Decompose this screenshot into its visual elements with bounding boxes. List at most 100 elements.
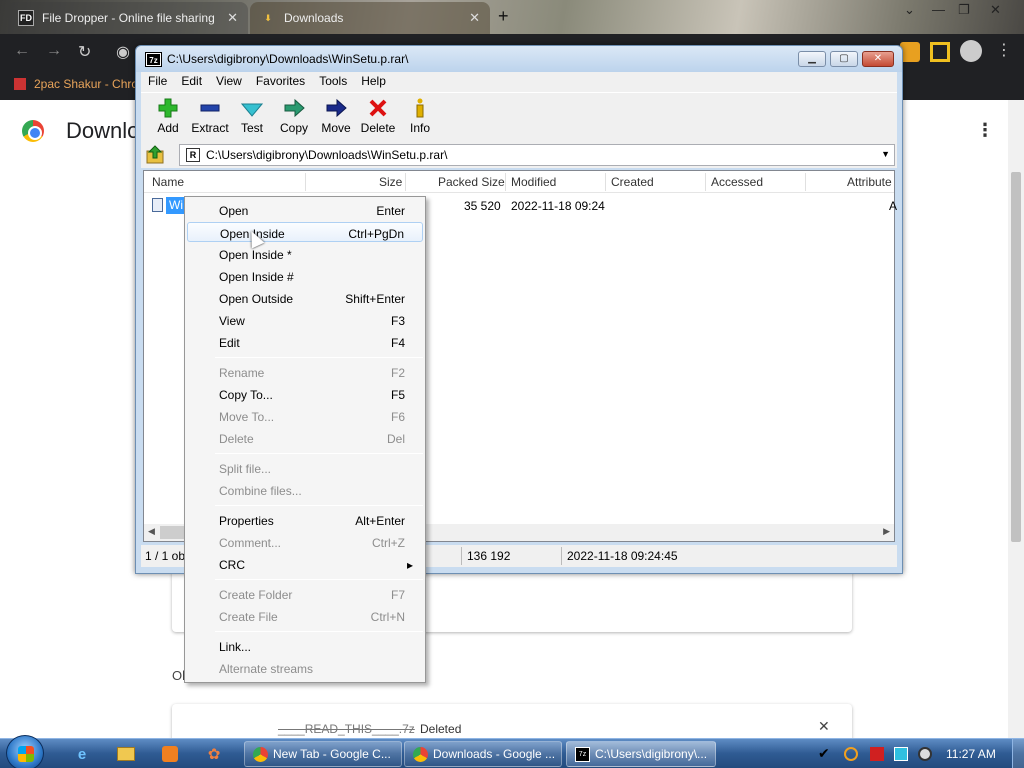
column-divider xyxy=(605,173,606,191)
col-name[interactable]: Name xyxy=(152,175,184,189)
menu-item-label: Delete xyxy=(219,432,254,446)
menu-item-link[interactable]: Link... xyxy=(187,636,423,656)
path-input[interactable]: R C:\Users\digibrony\Downloads\WinSetu.p… xyxy=(179,144,895,166)
maximize-button[interactable]: ▢ xyxy=(830,51,858,67)
close-button[interactable]: ✕ xyxy=(862,51,894,67)
menu-help[interactable]: Help xyxy=(354,72,393,92)
new-tab-button[interactable]: + xyxy=(498,6,509,27)
menu-item-open-inside[interactable]: Open Inside Ctrl+PgDn xyxy=(187,222,423,242)
menu-item-open-outside[interactable]: Open Outside Shift+Enter xyxy=(187,288,423,308)
title-bar[interactable]: 7z C:\Users\digibrony\Downloads\WinSetu.… xyxy=(136,46,902,72)
close-tab-icon[interactable]: ✕ xyxy=(227,10,238,26)
extract-button[interactable]: Extract xyxy=(189,97,231,141)
task-new-tab-chrome[interactable]: New Tab - Google C... xyxy=(244,741,402,767)
menu-item-properties[interactable]: Properties Alt+Enter xyxy=(187,510,423,530)
delete-button[interactable]: Delete xyxy=(357,97,399,141)
bookmark-item[interactable]: 2pac Shakur - Chro xyxy=(14,77,138,91)
menu-edit[interactable]: Edit xyxy=(174,72,209,92)
menu-item-open-inside-hash[interactable]: Open Inside # xyxy=(187,266,423,286)
extension-icon[interactable] xyxy=(900,42,920,62)
minimize-icon[interactable]: — xyxy=(932,2,945,17)
menu-item-delete: Delete Del xyxy=(187,428,423,448)
page-menu-icon[interactable]: ⋮ xyxy=(976,120,994,141)
menu-item-view[interactable]: View F3 xyxy=(187,310,423,330)
tray-search-icon[interactable] xyxy=(844,747,858,761)
menu-item-shortcut: F2 xyxy=(390,366,405,380)
menu-item-shortcut: Shift+Enter xyxy=(345,292,405,306)
context-menu: Open Enter Open Inside Ctrl+PgDn Open Insi… xyxy=(184,196,426,683)
tab-file-dropper[interactable]: FD File Dropper - Online file sharing ✕ xyxy=(8,2,248,34)
back-arrow-icon[interactable]: ← xyxy=(14,42,30,60)
col-created[interactable]: Created xyxy=(611,175,654,189)
col-modified[interactable]: Modified xyxy=(511,175,556,189)
copy-button[interactable]: Copy xyxy=(273,97,315,141)
task-label: C:\Users\digibrony\... xyxy=(595,747,708,761)
col-size[interactable]: Size xyxy=(379,175,402,189)
taskbar-clock[interactable]: 11:27 AM xyxy=(946,747,996,761)
tray-monitor-icon[interactable] xyxy=(894,747,908,761)
menu-item-label: Open Inside * xyxy=(219,248,292,262)
menu-item-edit[interactable]: Edit F4 xyxy=(187,332,423,352)
menu-item-label: Comment... xyxy=(219,536,282,550)
status-packed-size: 136 192 xyxy=(467,549,511,563)
scroll-left-icon[interactable]: ◀ xyxy=(148,526,155,537)
menu-item-open-inside-star[interactable]: Open Inside * xyxy=(187,244,423,264)
menu-item-open[interactable]: Open Enter xyxy=(187,200,423,220)
up-folder-icon[interactable] xyxy=(145,145,167,165)
info-button[interactable]: Info xyxy=(399,97,441,141)
file-explorer-icon[interactable] xyxy=(108,742,144,766)
menu-item-crc[interactable]: CRC ▸ xyxy=(187,554,423,574)
tray-speaker-icon[interactable] xyxy=(918,747,932,761)
scroll-right-icon[interactable]: ▶ xyxy=(883,526,890,537)
forward-arrow-icon[interactable]: → xyxy=(46,42,62,60)
menu-item-shortcut: Alt+Enter xyxy=(355,514,405,528)
scrollbar-thumb[interactable] xyxy=(160,526,186,539)
col-attribute[interactable]: Attribute xyxy=(847,175,892,189)
col-packed-size[interactable]: Packed Size xyxy=(438,175,505,189)
menu-item-copy-to[interactable]: Copy To... F5 xyxy=(187,384,423,404)
internet-explorer-icon[interactable]: e xyxy=(64,742,100,766)
add-button[interactable]: Add xyxy=(147,97,189,141)
menu-item-create-file: Create File Ctrl+N xyxy=(187,606,423,626)
chevron-down-icon[interactable]: ▼ xyxy=(881,149,890,159)
show-desktop-button[interactable] xyxy=(1012,739,1024,768)
page-scrollbar[interactable] xyxy=(1008,100,1024,738)
close-window-icon[interactable]: ✕ xyxy=(990,2,1001,18)
windows-logo-icon xyxy=(18,746,34,762)
col-accessed[interactable]: Accessed xyxy=(711,175,763,189)
chrome-logo-icon xyxy=(22,120,44,142)
remove-download-icon[interactable]: ✕ xyxy=(818,718,830,735)
menu-kebab-icon[interactable]: ⋮ xyxy=(996,40,1012,60)
task-seven-zip[interactable]: 7z C:\Users\digibrony\... xyxy=(566,741,716,767)
menu-separator xyxy=(215,631,423,632)
row-packed-size: 35 520 xyxy=(464,199,501,213)
menu-favorites[interactable]: Favorites xyxy=(249,72,312,92)
move-arrow-icon xyxy=(315,97,357,119)
media-player-icon[interactable] xyxy=(152,742,188,766)
toolbar: Add Extract Test Copy Move Delete Info xyxy=(141,92,897,142)
task-downloads-chrome[interactable]: Downloads - Google ... xyxy=(404,741,562,767)
minimize-button[interactable]: ▁ xyxy=(798,51,826,67)
menu-separator xyxy=(215,579,423,580)
tray-flag-icon[interactable] xyxy=(870,747,884,761)
scrollbar-thumb[interactable] xyxy=(1011,172,1021,542)
start-button[interactable] xyxy=(6,735,44,768)
tab-downloads[interactable]: ⬇ Downloads ✕ xyxy=(250,2,490,34)
site-info-icon[interactable]: ◉ xyxy=(116,42,130,62)
test-button[interactable]: Test xyxy=(231,97,273,141)
close-tab-icon[interactable]: ✕ xyxy=(469,10,480,26)
reload-icon[interactable]: ↻ xyxy=(78,42,91,62)
download-file-name[interactable]: ____READ_THIS____.7z xyxy=(278,722,415,736)
menu-item-shortcut: Del xyxy=(386,432,405,446)
tray-pen-icon[interactable]: ✔ xyxy=(818,745,832,761)
menu-file[interactable]: File xyxy=(141,72,174,92)
sidebar-icon[interactable] xyxy=(930,42,950,62)
move-button[interactable]: Move xyxy=(315,97,357,141)
menu-tools[interactable]: Tools xyxy=(312,72,354,92)
restore-icon[interactable]: ❐ xyxy=(958,2,970,18)
profile-avatar-icon[interactable] xyxy=(960,40,982,62)
chevron-down-icon[interactable]: ⌄ xyxy=(904,2,915,18)
menu-view[interactable]: View xyxy=(209,72,249,92)
paint-icon[interactable]: ✿ xyxy=(196,742,232,766)
menu-item-create-folder: Create Folder F7 xyxy=(187,584,423,604)
